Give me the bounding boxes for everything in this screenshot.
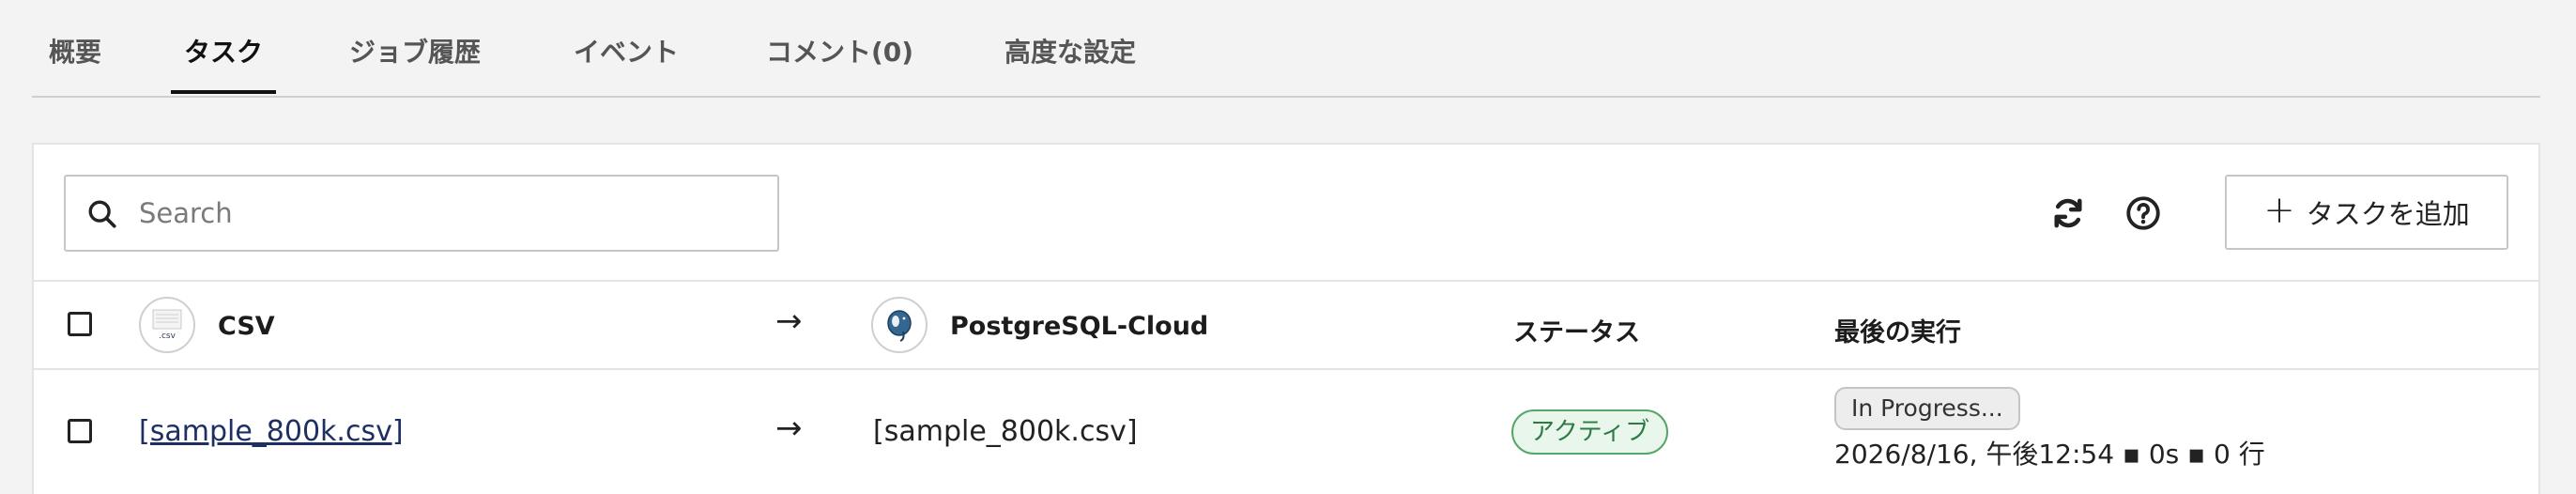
search-box [64, 175, 779, 252]
postgresql-elephant-icon [887, 310, 912, 342]
status-column-header: ステータス [1513, 318, 1640, 347]
postgresql-logo [871, 297, 928, 353]
plus-icon: + [2263, 189, 2295, 232]
progress-badge: In Progress... [1834, 387, 2020, 430]
tab-overview[interactable]: 概要 [49, 32, 101, 69]
status-badge: アクティブ [1511, 409, 1669, 455]
add-task-button[interactable]: + タスクを追加 [2225, 175, 2508, 250]
tab-comments[interactable]: コメント(0) [766, 32, 913, 69]
csv-logo: .csv [139, 297, 195, 353]
tab-job-history[interactable]: ジョブ履歴 [349, 32, 481, 69]
csv-file-icon: .csv [152, 309, 182, 341]
target-column-header: PostgreSQL-Cloud [950, 312, 1209, 341]
tasks-panel: + タスクを追加 .csv CSV → PostgreSQL-Cloud ステー… [32, 143, 2540, 494]
tab-events[interactable]: イベント [574, 32, 679, 69]
help-button[interactable] [2124, 193, 2163, 233]
tab-bar: 概要 タスク ジョブ履歴 イベント コメント(0) 高度な設定 [32, 0, 2540, 98]
refresh-icon [2054, 198, 2082, 228]
tab-tasks[interactable]: タスク [170, 32, 277, 94]
divider [34, 280, 2538, 282]
csv-logo-text: .csv [159, 332, 176, 341]
help-icon [2126, 196, 2160, 230]
search-input[interactable] [139, 190, 759, 237]
last-run-column-header: 最後の実行 [1834, 318, 1961, 347]
source-table-link[interactable]: [sample_800k.csv] [139, 415, 404, 448]
add-task-label: タスクを追加 [2306, 198, 2470, 230]
select-all-checkbox[interactable] [68, 312, 92, 336]
source-column-header: CSV [218, 312, 275, 341]
refresh-button[interactable] [2048, 193, 2088, 233]
arrow-right-icon: → [775, 409, 803, 447]
row-checkbox[interactable] [68, 419, 92, 443]
target-table-name: [sample_800k.csv] [873, 415, 1138, 448]
last-run-details: 2026/8/16, 午後12:54 ▪ 0s ▪ 0 行 [1834, 439, 2265, 470]
tab-advanced-settings[interactable]: 高度な設定 [1004, 32, 1136, 69]
arrow-right-icon: → [775, 302, 803, 340]
divider [34, 368, 2538, 370]
search-icon [88, 200, 116, 228]
